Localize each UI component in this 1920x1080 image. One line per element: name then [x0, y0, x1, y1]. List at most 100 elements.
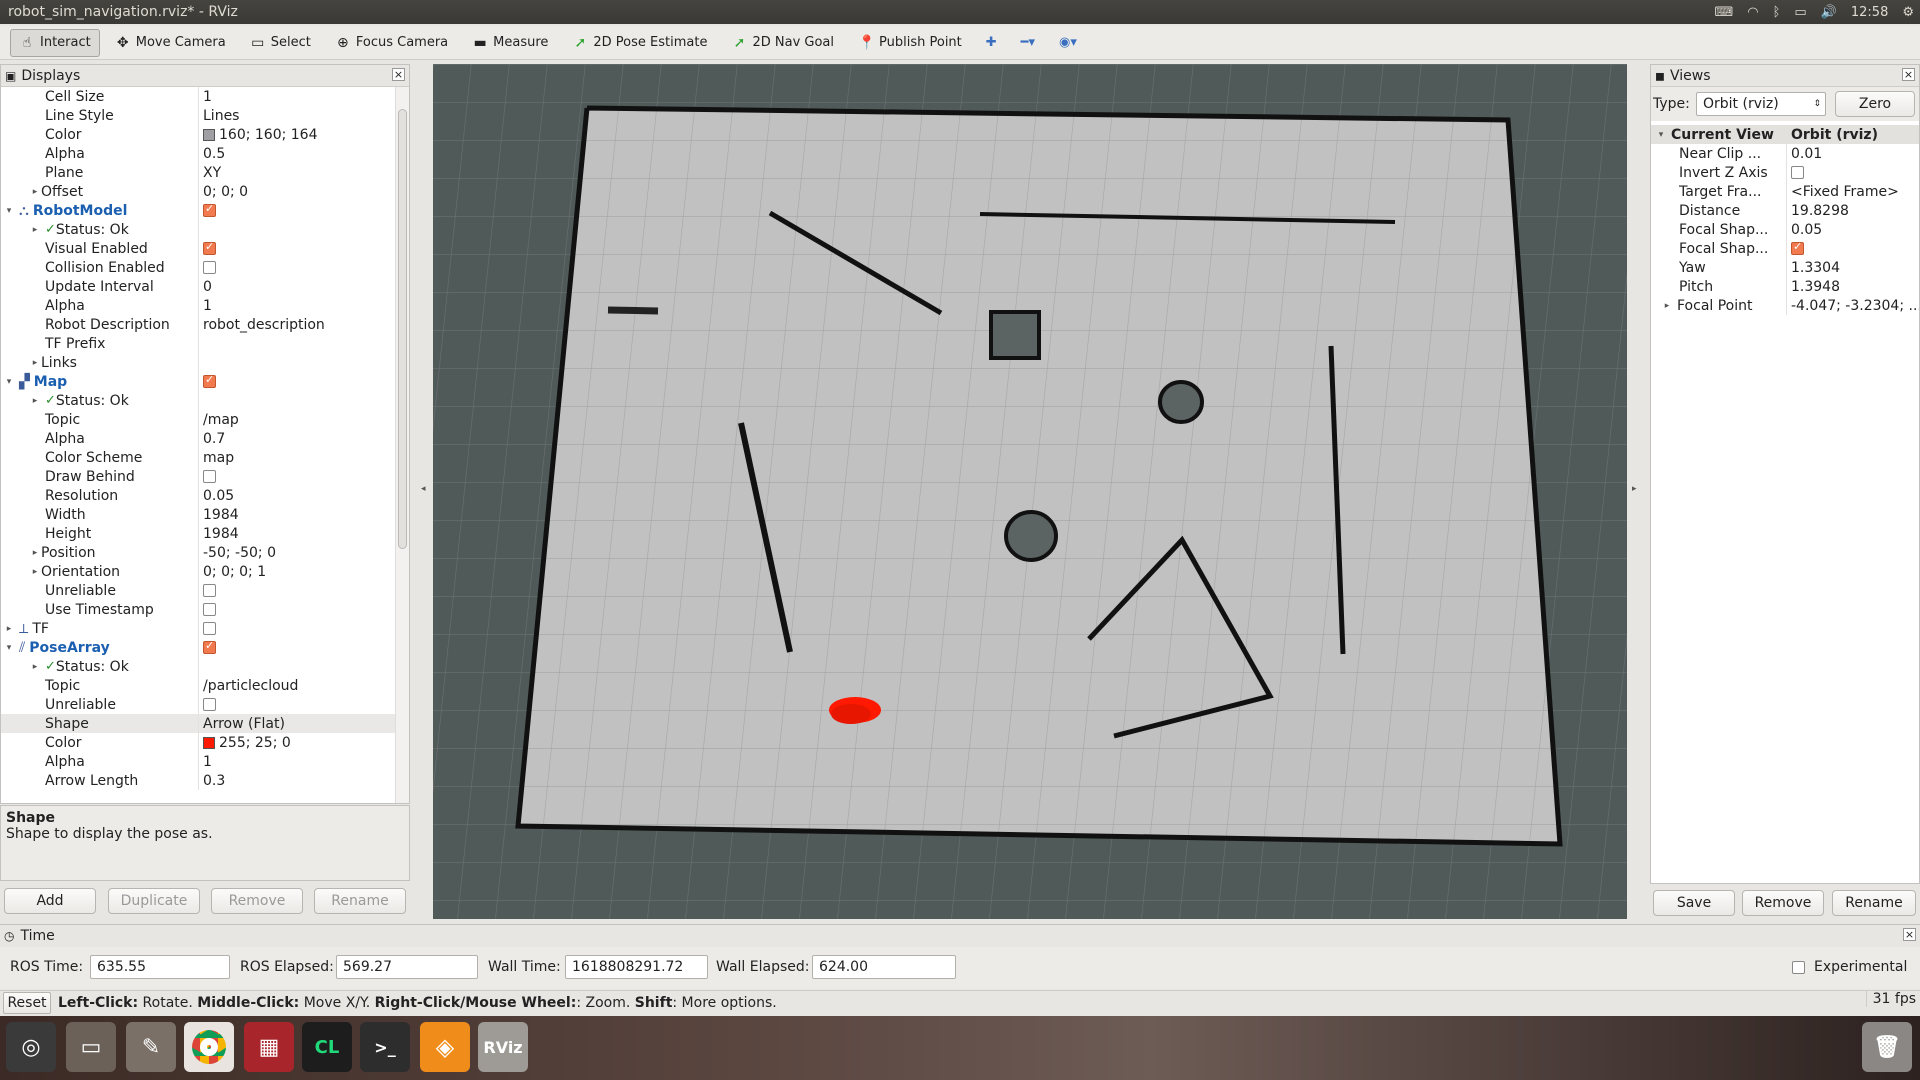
tool-move-camera[interactable]: ✥ Move Camera — [106, 29, 235, 57]
scrollbar-thumb[interactable] — [398, 109, 407, 549]
keyboard-icon[interactable]: ⌨ — [1714, 5, 1733, 20]
expand-arrow-icon[interactable]: ▸ — [3, 624, 15, 634]
property-value[interactable]: map — [203, 448, 395, 467]
tool-publish-point[interactable]: 📍 Publish Point — [849, 29, 971, 57]
property-value[interactable]: -50; -50; 0 — [203, 543, 395, 562]
property-value[interactable]: Lines — [203, 106, 395, 125]
expand-arrow-icon[interactable]: ▸ — [1661, 301, 1673, 311]
package-icon[interactable]: ◈ — [420, 1022, 470, 1072]
property-value[interactable]: 1984 — [203, 505, 395, 524]
display-row[interactable]: Color 255; 25; 0 — [1, 733, 395, 752]
terminal-icon[interactable]: >_ — [360, 1022, 410, 1072]
displays-tree[interactable]: Cell Size 1 Line Style Lines Color 160; 160; … — [1, 87, 395, 803]
displays-scrollbar[interactable] — [395, 87, 409, 803]
clion-icon[interactable]: CL — [302, 1022, 352, 1072]
enable-checkbox[interactable] — [203, 470, 216, 483]
views-tree[interactable]: ▾ Current View Orbit (rviz) Near Clip ... 0.… — [1651, 125, 1919, 315]
display-row[interactable]: ▸ Position -50; -50; 0 — [1, 543, 395, 562]
property-value[interactable] — [203, 657, 395, 676]
property-value[interactable]: 0; 0; 0; 1 — [203, 562, 395, 581]
view-property-row[interactable]: Distance 19.8298 — [1651, 201, 1919, 220]
display-row[interactable]: Alpha 0.7 — [1, 429, 395, 448]
property-value[interactable] — [203, 334, 395, 353]
property-value[interactable]: 1 — [203, 87, 395, 106]
3d-viewport[interactable] — [433, 64, 1627, 919]
display-row[interactable]: Height 1984 — [1, 524, 395, 543]
wall-elapsed-field[interactable]: 624.00 — [812, 955, 956, 979]
ubuntu-icon[interactable]: ◎ — [6, 1022, 56, 1072]
display-row[interactable]: Use Timestamp — [1, 600, 395, 619]
battery-icon[interactable]: ▭ — [1794, 5, 1806, 20]
property-value[interactable] — [203, 372, 395, 391]
expand-arrow-icon[interactable]: ▾ — [1655, 130, 1667, 140]
remove-view-button[interactable]: Remove — [1742, 890, 1824, 916]
display-row[interactable]: Robot Description robot_description — [1, 315, 395, 334]
property-value[interactable] — [203, 353, 395, 372]
view-property-row[interactable]: Near Clip ... 0.01 — [1651, 144, 1919, 163]
view-property-row[interactable]: Target Fra... <Fixed Frame> — [1651, 182, 1919, 201]
save-view-button[interactable]: Save — [1653, 890, 1735, 916]
close-icon[interactable]: × — [392, 68, 405, 81]
display-row[interactable]: Plane XY — [1, 163, 395, 182]
property-value[interactable]: 255; 25; 0 — [203, 733, 395, 752]
view-property-row[interactable]: Yaw 1.3304 — [1651, 258, 1919, 277]
enable-checkbox[interactable] — [203, 240, 216, 255]
duplicate-display-button[interactable]: Duplicate — [108, 888, 200, 914]
property-value[interactable] — [203, 695, 395, 714]
expand-arrow-icon[interactable]: ▸ — [29, 225, 41, 235]
collapse-left-icon[interactable]: ◂ — [421, 484, 426, 494]
display-row[interactable]: Resolution 0.05 — [1, 486, 395, 505]
display-row[interactable]: Draw Behind — [1, 467, 395, 486]
expand-arrow-icon[interactable]: ▸ — [29, 567, 41, 577]
display-row[interactable]: ▾ ▞ Map — [1, 372, 395, 391]
settings-gear-icon[interactable]: ⚙ — [1902, 5, 1914, 20]
display-row[interactable]: Collision Enabled — [1, 258, 395, 277]
display-row[interactable]: Color 160; 160; 164 — [1, 125, 395, 144]
chrome-icon[interactable] — [184, 1022, 234, 1072]
view-property-row[interactable]: Invert Z Axis — [1651, 163, 1919, 182]
expand-arrow-icon[interactable]: ▾ — [3, 206, 15, 216]
presentation-icon[interactable]: ▦ — [244, 1022, 294, 1072]
property-value[interactable]: 0.7 — [203, 429, 395, 448]
view-property-value[interactable]: 19.8298 — [1791, 201, 1919, 220]
collapse-right-icon[interactable]: ▸ — [1632, 484, 1637, 494]
tool-2d-pose-estimate[interactable]: ➚ 2D Pose Estimate — [563, 29, 716, 57]
view-property-row[interactable]: ▸ Focal Point -4.047; -3.2304; ... — [1651, 296, 1919, 315]
view-property-row[interactable]: Pitch 1.3948 — [1651, 277, 1919, 296]
map-render[interactable] — [433, 64, 1627, 919]
display-row[interactable]: Update Interval 0 — [1, 277, 395, 296]
display-row[interactable]: ▸ ✓ Status: Ok — [1, 657, 395, 676]
plus-icon[interactable]: ✚ — [977, 29, 1006, 57]
settings-icon[interactable]: ✎ — [126, 1022, 176, 1072]
view-property-value[interactable]: 0.01 — [1791, 144, 1919, 163]
property-value[interactable] — [203, 239, 395, 258]
add-display-button[interactable]: Add — [4, 888, 96, 914]
view-property-value[interactable]: 0.05 — [1791, 220, 1919, 239]
view-type-select[interactable]: Orbit (rviz) ⇕ — [1696, 92, 1826, 116]
property-value[interactable]: 0; 0; 0 — [203, 182, 395, 201]
view-property-row[interactable]: Focal Shap... 0.05 — [1651, 220, 1919, 239]
enable-checkbox[interactable] — [203, 202, 216, 217]
property-value[interactable]: XY — [203, 163, 395, 182]
display-row[interactable]: ▸ ✓ Status: Ok — [1, 220, 395, 239]
property-value[interactable] — [203, 600, 395, 619]
property-value[interactable]: 0.3 — [203, 771, 395, 790]
property-value[interactable]: 0 — [203, 277, 395, 296]
display-row[interactable]: Alpha 1 — [1, 296, 395, 315]
view-property-value[interactable]: 1.3948 — [1791, 277, 1919, 296]
display-row[interactable]: Topic/particlecloud — [1, 676, 395, 695]
eye-icon[interactable]: ◉▾ — [1050, 29, 1086, 57]
display-row[interactable]: Alpha 0.5 — [1, 144, 395, 163]
enable-checkbox[interactable] — [203, 698, 216, 711]
display-row[interactable]: Cell Size 1 — [1, 87, 395, 106]
tool-measure[interactable]: ▬ Measure — [463, 29, 557, 57]
expand-arrow-icon[interactable]: ▾ — [3, 377, 15, 387]
display-row[interactable]: Visual Enabled — [1, 239, 395, 258]
display-row[interactable]: Line Style Lines — [1, 106, 395, 125]
property-value[interactable]: 0.5 — [203, 144, 395, 163]
property-value[interactable]: /map — [203, 410, 395, 429]
property-value[interactable]: 1984 — [203, 524, 395, 543]
display-row[interactable]: Width 1984 — [1, 505, 395, 524]
display-row[interactable]: Alpha 1 — [1, 752, 395, 771]
wifi-icon[interactable]: ◠ — [1747, 5, 1758, 20]
